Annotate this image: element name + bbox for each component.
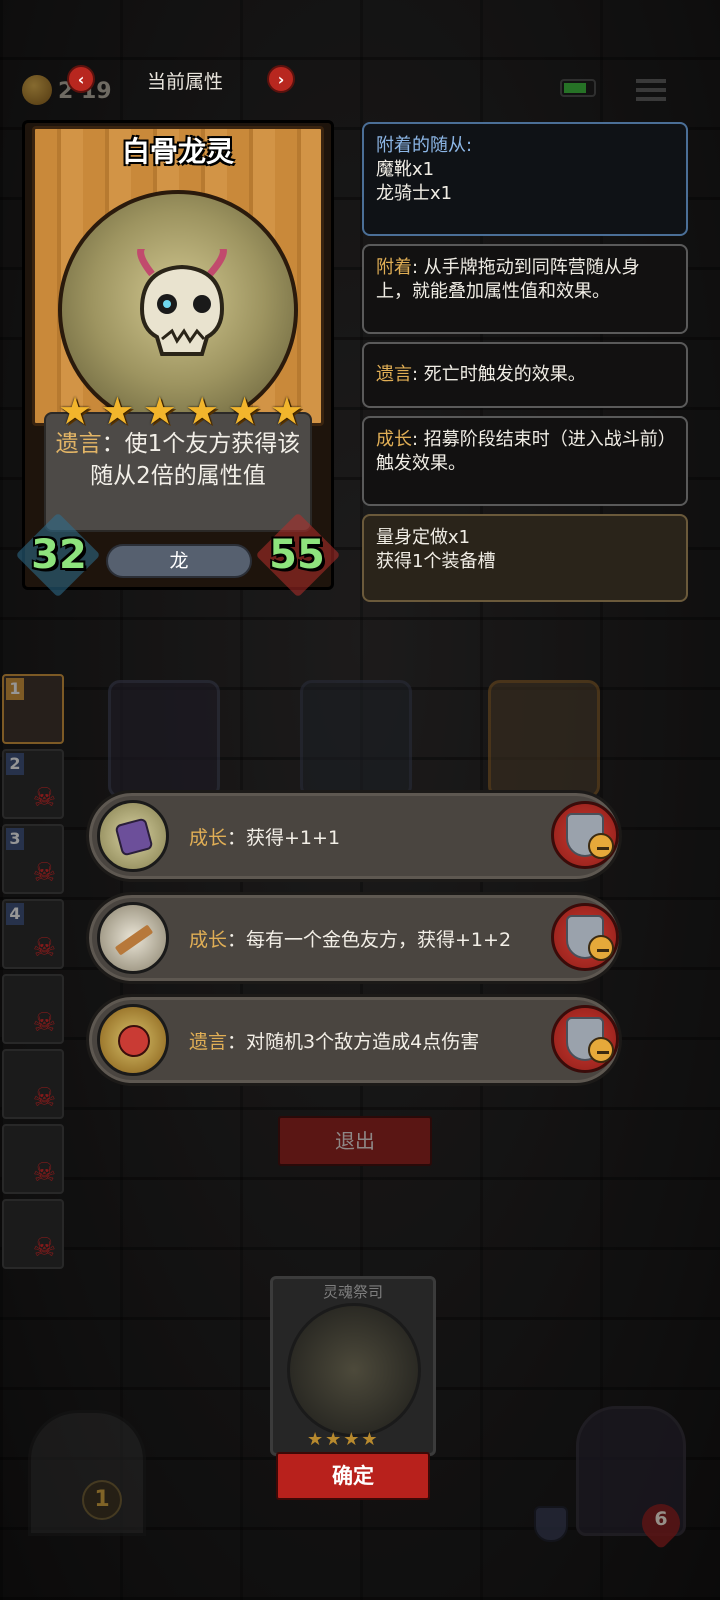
star-icon: ★ [269, 389, 304, 433]
purple-book-icon [97, 800, 169, 872]
top-bar: 2 19 ‹ 当前属性 › [0, 55, 720, 115]
keyword: 成长 [376, 429, 412, 450]
growth-keyword-panel: 成长: 招募阶段结束时（进入战斗前）触发效果。 [362, 416, 688, 506]
shield-minus-icon [566, 1017, 614, 1063]
effect-row: 遗言：对随机3个敌方造成4点伤害 [86, 994, 622, 1086]
effect-keyword: 遗言 [189, 1031, 228, 1053]
exit-button[interactable]: 退出 [278, 1116, 432, 1166]
tailored-title: 量身定做x1 [376, 527, 471, 548]
health-value: 55 [269, 532, 325, 578]
keyword-explanation: : 死亡时触发的效果。 [412, 364, 586, 385]
attached-minions-panel: 附着的随从: 魔靴x1 龙骑士x1 [362, 122, 688, 236]
effect-keyword: 成长 [189, 827, 228, 849]
tribe-label: 龙 [106, 544, 252, 578]
effect-row: 成长：每有一个金色友方，获得+1+2 [86, 892, 622, 984]
keyword: 附着 [376, 257, 412, 278]
attack-value: 32 [31, 532, 87, 578]
star-icon: ★ [185, 389, 220, 433]
panel-title: 附着的随从: [376, 135, 473, 156]
keyword-explanation: : 招募阶段结束时（进入战斗前）触发效果。 [376, 429, 667, 474]
page-title: 当前属性 [146, 71, 223, 93]
bottom-card-name: 灵魂祭司 [322, 1283, 383, 1301]
tailored-panel: 量身定做x1 获得1个装备槽 [362, 514, 688, 602]
attached-item: 魔靴x1 [376, 159, 435, 180]
bottom-card-portrait [287, 1303, 421, 1437]
effect-body: ：每有一个金色友方，获得+1+2 [227, 929, 512, 951]
star-icon: ★ [227, 389, 262, 433]
effect-body: ：获得+1+1 [227, 827, 341, 849]
remove-effect-button[interactable] [551, 1005, 619, 1073]
shield-minus-icon [566, 915, 614, 961]
star-rating: ★ ★ ★ ★ ★ ★ [56, 392, 306, 432]
next-arrow-button[interactable]: › [267, 65, 295, 93]
effect-text: 成长：获得+1+1 [189, 823, 340, 850]
prev-arrow-button[interactable]: ‹ [67, 65, 95, 93]
bone-dragon-icon [137, 249, 227, 356]
tailored-desc: 获得1个装备槽 [376, 551, 496, 572]
confirm-button[interactable]: 确定 [276, 1452, 430, 1500]
menu-icon[interactable] [636, 75, 666, 101]
bottom-card-stars: ★★★★ [307, 1429, 380, 1450]
attached-item: 龙骑士x1 [376, 183, 453, 204]
golden-arrow-icon [97, 902, 169, 974]
effect-row: 成长：获得+1+1 [86, 790, 622, 882]
minion-card: 白骨龙灵 ★ ★ ★ ★ ★ ★ 遗言：使1个友方获得该随从2倍的属性值 32 … [15, 120, 341, 598]
bomb-icon [97, 1004, 169, 1076]
star-icon: ★ [57, 389, 93, 433]
keyword: 遗言 [376, 364, 412, 385]
effect-text: 成长：每有一个金色友方，获得+1+2 [189, 925, 511, 952]
remove-effect-button[interactable] [551, 801, 619, 869]
bottom-minion-card[interactable]: 灵魂祭司 ★★★★ [270, 1276, 436, 1456]
remove-effect-button[interactable] [551, 903, 619, 971]
battery-icon [560, 79, 596, 97]
keyword-explanation: : 从手牌拖动到同阵营随从身上，就能叠加属性值和效果。 [376, 257, 640, 302]
effect-keyword: 成长 [189, 929, 228, 951]
desc-keyword: 遗言 [55, 431, 102, 457]
effect-text: 遗言：对随机3个敌方造成4点伤害 [189, 1027, 479, 1054]
deathrattle-keyword-panel: 遗言: 死亡时触发的效果。 [362, 342, 688, 408]
attach-keyword-panel: 附着: 从手牌拖动到同阵营随从身上，就能叠加属性值和效果。 [362, 244, 688, 334]
star-icon: ★ [100, 389, 135, 433]
shield-minus-icon [566, 813, 614, 859]
desc-body: ：使1个友方获得该随从2倍的属性值 [90, 431, 301, 489]
coin-icon [22, 75, 52, 105]
card-name: 白骨龙灵 [121, 135, 234, 168]
star-icon: ★ [142, 389, 177, 433]
card-description: 遗言：使1个友方获得该随从2倍的属性值 [52, 428, 304, 492]
effect-body: ：对随机3个敌方造成4点伤害 [227, 1031, 480, 1053]
